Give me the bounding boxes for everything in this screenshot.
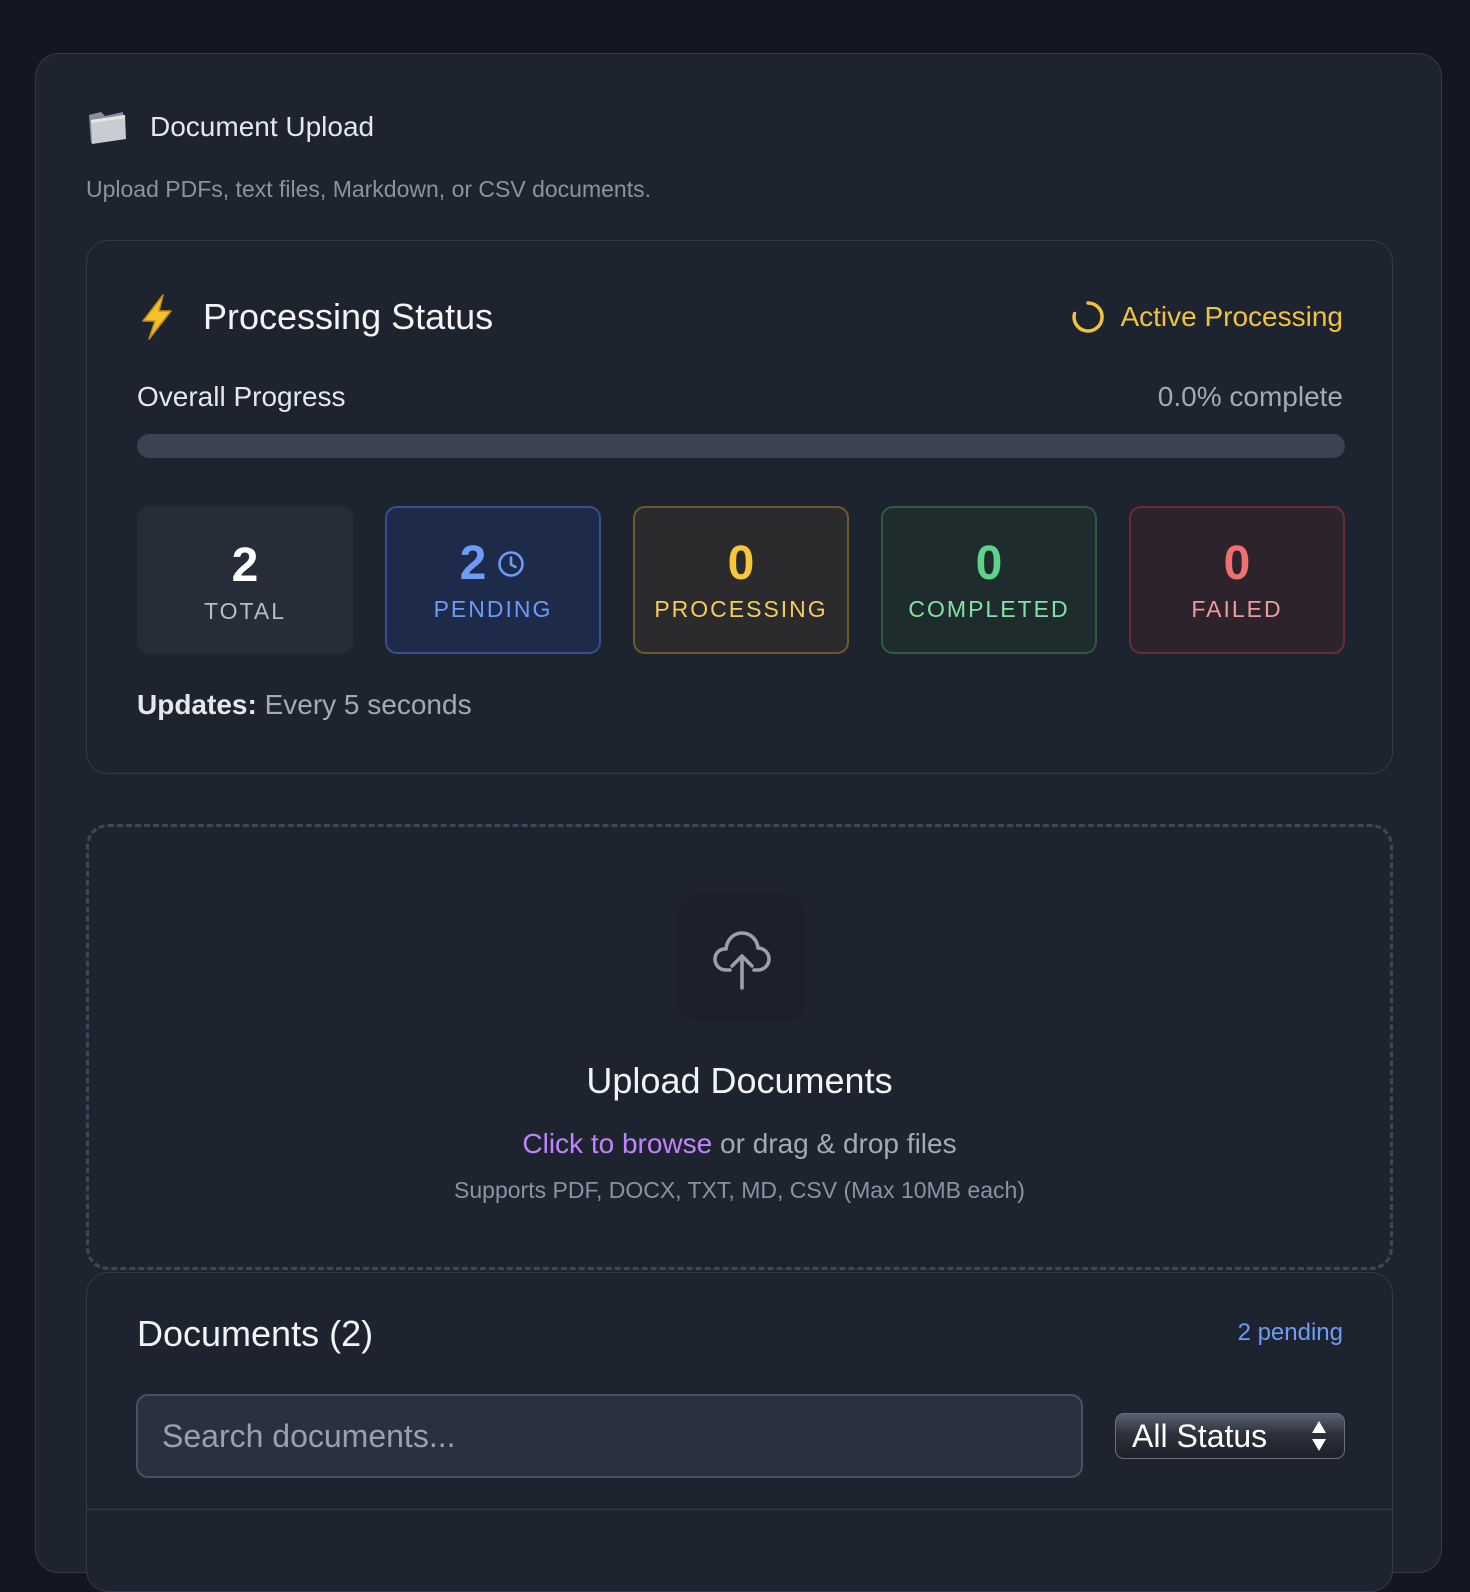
active-processing-label: Active Processing <box>1120 301 1343 332</box>
active-processing-indicator: Active Processing <box>1070 299 1343 335</box>
upload-icon-container <box>678 894 806 1022</box>
stat-completed: 0 COMPLETED <box>881 506 1097 654</box>
update-interval: Updates: Every 5 seconds <box>137 689 472 721</box>
panel-header: Document Upload <box>86 106 374 148</box>
stat-completed-label: COMPLETED <box>908 596 1070 622</box>
search-documents-input[interactable] <box>136 1394 1083 1478</box>
stat-completed-value: 0 <box>975 537 1003 590</box>
stat-total-value: 2 <box>231 539 259 592</box>
status-filter-select[interactable]: All Status <box>1115 1413 1345 1459</box>
page-title: Document Upload <box>150 111 375 142</box>
stat-processing: 0 PROCESSING <box>633 506 849 654</box>
processing-status-card: Processing Status Active Processing Over… <box>86 240 1393 774</box>
stat-pending-label: PENDING <box>433 596 553 622</box>
upload-hint: Click to browse or drag & drop files <box>89 1128 1390 1160</box>
cloud-upload-icon <box>713 931 771 990</box>
drag-drop-text: or drag & drop files <box>720 1128 957 1159</box>
update-interval-label: Updates: <box>137 689 257 720</box>
browse-link[interactable]: Click to browse <box>522 1128 712 1159</box>
lightning-bolt-icon <box>142 294 172 340</box>
page-subtitle: Upload PDFs, text files, Markdown, or CS… <box>86 176 651 202</box>
status-stats: 2 TOTAL 2 PENDING 0 PROCESSING 0 COMPLET… <box>137 506 1345 654</box>
stat-processing-label: PROCESSING <box>654 596 828 622</box>
stat-processing-value: 0 <box>727 537 755 590</box>
spinner-icon <box>1072 301 1105 333</box>
clock-icon <box>498 550 525 577</box>
stat-pending-value: 2 <box>387 536 599 591</box>
update-interval-value: Every 5 seconds <box>264 689 472 720</box>
stat-pending: 2 PENDING <box>385 506 601 654</box>
supported-formats: Supports PDF, DOCX, TXT, MD, CSV (Max 10… <box>454 1177 1025 1203</box>
status-filter-value: All Status <box>1132 1417 1268 1454</box>
processing-status-title: Processing Status <box>203 296 494 337</box>
documents-title: Documents (2) <box>137 1313 374 1354</box>
documents-card: Documents (2) 2 pending All Status <box>86 1272 1393 1592</box>
document-upload-panel: Document Upload Upload PDFs, text files,… <box>35 53 1442 1592</box>
stat-failed: 0 FAILED <box>1129 506 1345 654</box>
upload-title: Upload Documents <box>586 1060 893 1101</box>
folder-icon <box>89 112 126 144</box>
overall-progress-label: Overall Progress <box>137 381 346 412</box>
stat-total-label: TOTAL <box>204 598 286 624</box>
overall-progress-bar <box>137 434 1345 458</box>
upload-dropzone[interactable]: Upload Documents Click to browse or drag… <box>86 824 1393 1270</box>
processing-status-header: Processing Status <box>137 293 493 341</box>
overall-progress-value: 0.0% complete <box>1157 381 1343 412</box>
stat-failed-value: 0 <box>1223 537 1251 590</box>
stat-failed-label: FAILED <box>1191 596 1283 622</box>
pending-count-badge: 2 pending <box>1237 1319 1343 1346</box>
up-down-arrows-icon <box>1312 1421 1326 1451</box>
documents-divider <box>87 1509 1392 1510</box>
stat-total: 2 TOTAL <box>137 506 353 654</box>
